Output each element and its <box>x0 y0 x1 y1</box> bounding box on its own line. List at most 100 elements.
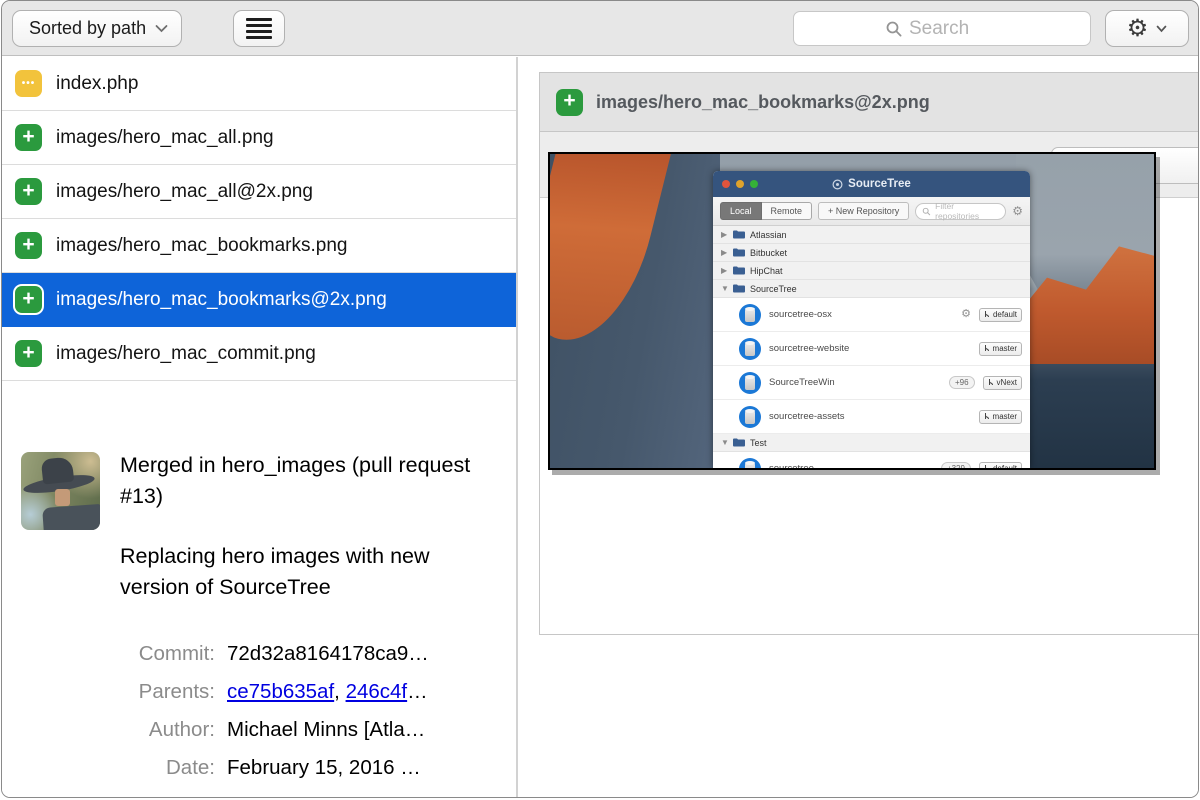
branch-badge: vNext <box>983 376 1022 390</box>
file-name: images/hero_mac_all@2x.png <box>56 181 313 203</box>
modified-status-icon: ••• <box>15 70 42 97</box>
file-row-hero-mac-commit[interactable]: + images/hero_mac_commit.png <box>2 327 516 381</box>
branch-icon <box>984 344 990 353</box>
branch-icon <box>984 464 990 468</box>
file-name: images/hero_mac_bookmarks@2x.png <box>56 289 387 311</box>
folder-icon <box>733 284 745 293</box>
repo-group-sourcetree: ▼ SourceTree <box>713 280 1030 298</box>
search-icon <box>885 20 903 38</box>
branch-badge: master <box>979 342 1022 356</box>
repo-group-atlassian: ▶ Atlassian <box>713 226 1030 244</box>
author-label: Author: <box>2 718 227 742</box>
tab-remote: Remote <box>762 202 813 220</box>
added-status-icon: + <box>15 340 42 367</box>
commit-meta: Commit: 72d32a8164178ca9… Parents: ce75b… <box>2 642 516 794</box>
author-avatar <box>21 452 100 530</box>
folder-icon <box>733 230 745 239</box>
diff-panel: + images/hero_mac_bookmarks@2x.png New b… <box>518 57 1198 797</box>
file-name: index.php <box>56 73 138 95</box>
file-name: images/hero_mac_bookmarks.png <box>56 235 348 257</box>
date-label: Date: <box>2 756 227 780</box>
toolbar: Sorted by path ⚙ <box>2 1 1198 56</box>
repository-icon <box>739 338 761 360</box>
search-field[interactable] <box>793 11 1091 46</box>
file-name: images/hero_mac_all.png <box>56 127 274 149</box>
repo-name: sourcetree <box>769 463 933 468</box>
sourcetree-titlebar: SourceTree <box>713 171 1030 197</box>
list-view-button[interactable] <box>233 10 285 47</box>
gear-icon: ⚙ <box>1012 205 1023 217</box>
file-list-panel: ••• index.php + images/hero_mac_all.png … <box>2 57 516 797</box>
disclosure-icon: ▼ <box>721 438 728 447</box>
meta-row-author: Author: Michael Minns [Atla… <box>2 718 516 742</box>
diff-filename: images/hero_mac_bookmarks@2x.png <box>596 92 930 113</box>
repo-name: SourceTreeWin <box>769 377 941 388</box>
folder-icon <box>733 248 745 257</box>
branch-badge: default <box>979 462 1022 469</box>
repository-icon <box>739 304 761 326</box>
parents-ellipsis: … <box>407 680 428 703</box>
filter-placeholder: Filter repositories <box>935 201 999 221</box>
chevron-down-icon <box>155 24 168 33</box>
group-label: HipChat <box>750 266 783 276</box>
commit-message-body: Replacing hero images with new version o… <box>120 541 502 602</box>
branch-badge: master <box>979 410 1022 424</box>
file-row-hero-mac-bookmarks-2x-selected[interactable]: + images/hero_mac_bookmarks@2x.png <box>2 273 516 327</box>
repo-group-bitbucket: ▶ Bitbucket <box>713 244 1030 262</box>
commit-details: Merged in hero_images (pull request #13)… <box>2 436 516 797</box>
group-label: Atlassian <box>750 230 787 240</box>
diff-container: + images/hero_mac_bookmarks@2x.png New b… <box>539 72 1199 635</box>
commit-hash: 72d32a8164178ca9… <box>227 642 429 666</box>
list-lines-icon <box>246 18 272 39</box>
local-remote-segment: Local Remote <box>720 202 812 220</box>
parent-commit-link-1[interactable]: ce75b635af <box>227 680 334 703</box>
file-row-hero-mac-all[interactable]: + images/hero_mac_all.png <box>2 111 516 165</box>
settings-dropdown-button[interactable]: ⚙ <box>1105 10 1189 47</box>
parents-label: Parents: <box>2 680 227 704</box>
repo-group-test: ▼ Test <box>713 434 1030 452</box>
repo-row-sourcetree-osx: sourcetree-osx ⚙ default <box>713 298 1030 332</box>
meta-row-commit: Commit: 72d32a8164178ca9… <box>2 642 516 666</box>
added-status-icon: + <box>15 286 42 313</box>
ahead-count-badge: +329 <box>941 462 971 468</box>
repo-row-sourcetree-assets: sourcetree-assets master <box>713 400 1030 434</box>
branch-icon <box>988 378 994 387</box>
folder-icon <box>733 438 745 447</box>
commit-label: Commit: <box>2 642 227 666</box>
traffic-lights-icon <box>722 180 758 188</box>
group-label: Bitbucket <box>750 248 787 258</box>
sort-by-dropdown[interactable]: Sorted by path <box>12 10 182 47</box>
disclosure-icon: ▼ <box>721 284 728 293</box>
search-input[interactable] <box>909 18 999 40</box>
repo-name: sourcetree-osx <box>769 309 953 320</box>
search-icon <box>922 207 931 216</box>
added-status-icon: + <box>556 89 583 116</box>
filter-repositories-field: Filter repositories <box>915 203 1006 220</box>
chevron-down-icon <box>1156 25 1167 33</box>
meta-row-date: Date: February 15, 2016 … <box>2 756 516 780</box>
repo-row-sourcetree-website: sourcetree-website master <box>713 332 1030 366</box>
disclosure-icon: ▶ <box>721 230 728 239</box>
sourcetree-toolbar: Local Remote + New Repository Filter rep… <box>713 197 1030 226</box>
author-value: Michael Minns [Atla… <box>227 718 425 742</box>
repo-row-sourcetreewin: SourceTreeWin +96 vNext <box>713 366 1030 400</box>
added-status-icon: + <box>15 124 42 151</box>
disclosure-icon: ▶ <box>721 266 728 275</box>
gear-icon: ⚙ <box>1127 17 1149 41</box>
file-row-index-php[interactable]: ••• index.php <box>2 57 516 111</box>
repo-name: sourcetree-website <box>769 343 971 354</box>
folder-icon <box>733 266 745 275</box>
parents-separator: , <box>334 680 345 703</box>
sourcetree-title: SourceTree <box>848 178 911 190</box>
sourcetree-app-window: SourceTree Local Remote + New Repository <box>713 171 1030 468</box>
repo-row-sourcetree: sourcetree +329 default <box>713 452 1030 468</box>
repository-icon <box>739 372 761 394</box>
file-name: images/hero_mac_commit.png <box>56 343 316 365</box>
repository-icon <box>739 406 761 428</box>
file-row-hero-mac-all-2x[interactable]: + images/hero_mac_all@2x.png <box>2 165 516 219</box>
repository-icon <box>739 458 761 469</box>
file-row-hero-mac-bookmarks[interactable]: + images/hero_mac_bookmarks.png <box>2 219 516 273</box>
parent-commit-link-2[interactable]: 246c4f <box>346 680 408 703</box>
branch-icon <box>984 412 990 421</box>
binary-preview-image: SourceTree Local Remote + New Repository <box>548 152 1156 470</box>
